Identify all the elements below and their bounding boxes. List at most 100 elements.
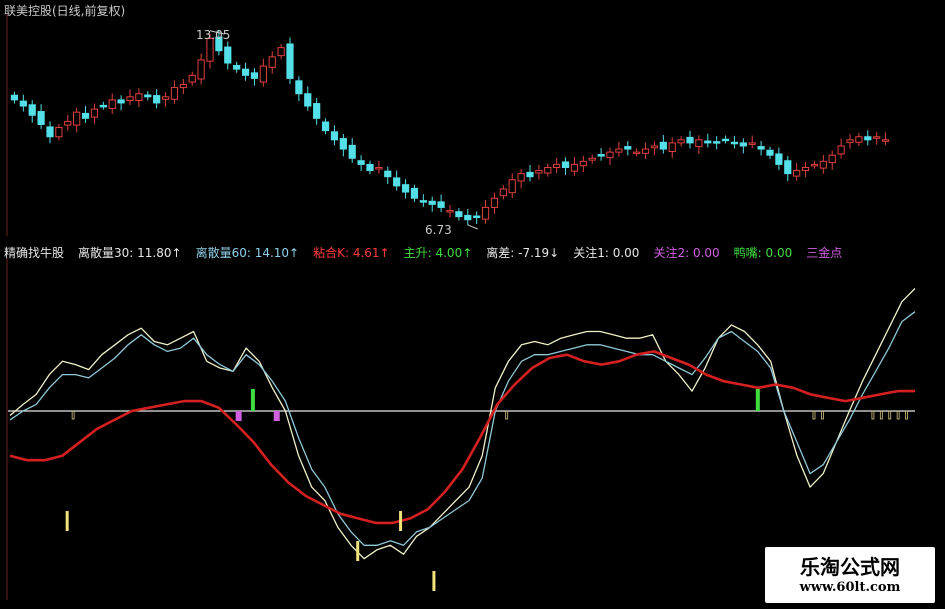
candle-body: [713, 141, 721, 144]
candle-body: [277, 47, 285, 57]
indicator-value-3: 主升: 4.00↑: [403, 246, 473, 260]
candle-body: [766, 149, 774, 156]
candle-body: [624, 146, 632, 150]
candle-body: [659, 141, 667, 150]
watermark: 乐淘公式网 www.60lt.com: [765, 547, 935, 603]
series-line-0: [9, 288, 916, 560]
candle-body: [570, 163, 579, 172]
candle-body: [721, 138, 730, 142]
candle-body: [579, 160, 587, 167]
zero-tick: [71, 410, 75, 420]
zero-tick: [871, 410, 875, 420]
candle-body: [588, 157, 596, 161]
candle-body: [499, 188, 507, 197]
signal-marker: [432, 571, 436, 591]
watermark-title: 乐淘公式网: [800, 555, 900, 579]
signal-marker: [235, 411, 242, 421]
candle-body: [526, 171, 534, 178]
candle-body: [28, 104, 36, 116]
candle-body: [677, 139, 685, 144]
candle-body: [375, 166, 383, 170]
candle-body: [90, 108, 99, 118]
candle-body: [464, 214, 472, 221]
candle-body: [508, 179, 516, 194]
candle-body: [197, 59, 205, 80]
candle-body: [126, 96, 134, 101]
candle-body: [268, 56, 276, 68]
candle-body: [81, 112, 90, 119]
candle-body: [517, 173, 525, 182]
signal-marker: [356, 541, 360, 561]
candle-body: [304, 93, 312, 107]
indicator-value-5: 关注1: 0.00: [573, 246, 640, 260]
candle-body: [739, 142, 747, 147]
watermark-url: www.60lt.com: [799, 580, 901, 595]
low-pointer: [467, 224, 478, 230]
candle-body: [855, 136, 863, 143]
candle-body: [19, 100, 27, 107]
indicator-name: 精确找牛股: [4, 246, 65, 260]
candle-body: [259, 65, 267, 83]
indicator-value-4: 离差: -7.19↓: [486, 246, 560, 260]
candle-body: [330, 131, 339, 141]
candle-body: [46, 126, 54, 138]
candle-body: [490, 197, 499, 208]
candle-body: [668, 142, 676, 153]
series-line-2: [9, 350, 915, 525]
candle-body: [179, 84, 187, 89]
signal-marker: [273, 411, 280, 421]
indicator-header: 精确找牛股 离散量30: 11.80↑ 离散量60: 14.10↑ 粘合K: 4.6…: [4, 244, 856, 261]
candle-body: [188, 74, 196, 83]
zero-tick: [905, 410, 908, 420]
indicator-value-7: 鸭嘴: 0.00: [733, 246, 793, 260]
candle-body: [357, 160, 365, 165]
candle-body: [641, 148, 650, 154]
candle-body: [535, 170, 543, 174]
candle-body: [366, 163, 374, 172]
candle-body: [410, 187, 419, 199]
candle-body: [384, 170, 392, 178]
candle-body: [730, 141, 739, 145]
candle-body: [437, 201, 445, 208]
candle-body: [553, 163, 561, 168]
chart-canvas: [6, 15, 916, 600]
candle-body: [695, 139, 703, 148]
candle-body: [873, 136, 881, 139]
candle-body: [784, 160, 792, 175]
high-price-label: 13.05: [196, 28, 231, 42]
candle-body: [321, 121, 330, 132]
candle-body: [837, 145, 845, 155]
candle-body: [401, 184, 410, 193]
candle-body: [775, 153, 783, 165]
series-line-1: [9, 311, 916, 546]
signal-marker: [65, 511, 69, 531]
candle-body: [561, 161, 570, 168]
candle-body: [650, 145, 659, 149]
candle-body: [55, 127, 63, 138]
candle-body: [544, 166, 552, 174]
indicator-value-6: 关注2: 0.00: [653, 246, 720, 260]
candle-body: [10, 94, 19, 101]
candle-body: [250, 72, 259, 79]
zero-tick: [812, 410, 816, 420]
candle-body: [170, 87, 179, 100]
candle-body: [313, 103, 321, 119]
candle-body: [793, 170, 801, 177]
candle-body: [606, 151, 614, 159]
candle-body: [144, 94, 152, 98]
candle-body: [757, 146, 765, 150]
candle-body: [241, 68, 250, 76]
signal-marker: [399, 511, 403, 531]
candle-body: [828, 154, 836, 164]
candle-body: [161, 96, 170, 100]
zero-tick: [820, 410, 824, 420]
candle-body: [73, 111, 81, 126]
price-panel: [6, 15, 890, 236]
candle-body: [117, 99, 125, 104]
candle-body: [455, 211, 463, 218]
candle-body: [633, 151, 641, 155]
candle-body: [446, 209, 454, 213]
low-price-label: 6.73: [425, 223, 452, 237]
candle-body: [881, 139, 890, 142]
candle-body: [864, 136, 872, 141]
